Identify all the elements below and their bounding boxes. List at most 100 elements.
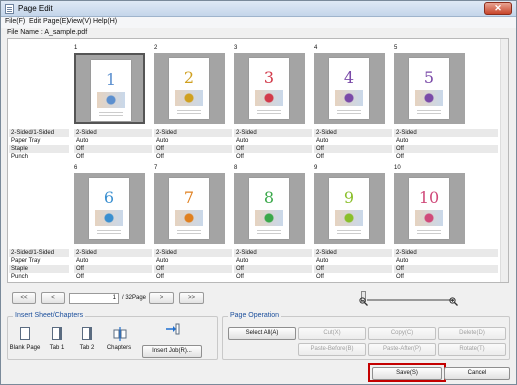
row-label: Staple [9,145,69,153]
page-preview-illustration [175,90,203,106]
page-preview-number: 6 [103,188,115,207]
page-setting-value: Off [156,154,164,160]
page-setting-value: Off [74,265,152,273]
page-setting-value: Auto [396,258,409,264]
page-setting-value: Off [316,154,324,160]
page-thumbnail[interactable]: 8 [234,173,305,244]
page-setting-value: Off [314,145,392,153]
paste-before-button[interactable]: Paste-Before(B) [298,343,366,356]
page-setting-value: 2-Sided [394,249,498,257]
document-icon [5,4,14,14]
chapters-icon [113,327,127,341]
cancel-button[interactable]: Cancel [444,367,510,380]
row-label: Paper Tray [11,258,41,264]
select-all-button[interactable]: Select All(A) [228,327,296,340]
page-grid[interactable]: 2-Sided/1-Sided Paper Tray Staple Punch 1 1 2-… [7,38,509,283]
page-preview-number: 3 [263,68,275,87]
copy-button[interactable]: Copy(C) [368,327,436,340]
page-thumbnail[interactable]: 10 [394,173,465,244]
delete-button[interactable]: Delete(D) [438,327,506,340]
page-setting-value: Off [154,145,232,153]
page-setting-value: Auto [316,258,329,264]
blank-page-icon [19,327,31,341]
row-label: 2-Sided/1-Sided [9,249,69,257]
page-preview-illustration [95,210,123,226]
page-setting-value: 2-Sided [234,249,312,257]
row-label: Staple [9,265,69,273]
page-number: 3 [234,45,238,51]
tab2-icon [81,327,93,341]
insert-job-button[interactable]: Insert Job(R)... [142,345,202,358]
page-thumbnail[interactable]: 6 [74,173,145,244]
chapters-tool[interactable]: Chapters [102,327,136,351]
page-thumbnail[interactable]: 4 [314,53,385,124]
insert-job-icon-wrap [162,323,182,341]
page-thumbnail[interactable]: 7 [154,173,225,244]
page-thumbnail[interactable]: 3 [234,53,305,124]
page-preview-text-line [257,110,281,111]
menu-help[interactable]: Help(H) [93,18,117,25]
page-total: / 32Page [122,295,147,301]
page-preview-text-line [177,113,201,114]
page-thumbnail[interactable]: 1 [74,53,145,124]
paste-after-button[interactable]: Paste-After(P) [368,343,436,356]
page-setting-value: Off [314,265,392,273]
tab1-tool[interactable]: Tab 1 [40,327,74,351]
first-page-button[interactable]: << [12,292,36,304]
zoom-out-icon[interactable] [359,297,368,306]
page-thumbnail[interactable]: 2 [154,53,225,124]
page-preview-text-line [99,112,123,113]
page-number: 4 [314,45,318,51]
menu-view[interactable]: View(V) [67,18,91,25]
page-thumbnail[interactable]: 9 [314,173,385,244]
page-preview-text-line [337,113,361,114]
page-setting-value: Off [316,274,324,280]
row-label: Paper Tray [11,138,41,144]
page-preview-number: 7 [183,188,195,207]
page-preview: 8 [249,178,289,239]
page-preview-text-line [177,233,201,234]
page-preview-text-line [99,115,123,116]
blank-page-tool[interactable]: Blank Page [8,327,42,351]
page-preview-text-line [257,113,281,114]
last-page-button[interactable]: >> [179,292,204,304]
page-setting-value: Off [394,265,498,273]
page-number-input[interactable]: 1 [69,293,119,304]
cut-button[interactable]: Cut(X) [298,327,366,340]
row-label: 2-Sided/1-Sided [9,129,69,137]
title-bar[interactable]: Page Edit ✕ [1,1,516,17]
page-setting-value: Auto [76,138,89,144]
prev-page-button[interactable]: < [41,292,65,304]
page-preview: 9 [329,178,369,239]
page-preview-number: 10 [418,188,440,207]
page-preview-illustration [255,210,283,226]
next-page-button[interactable]: > [149,292,174,304]
menu-file[interactable]: File(F) [5,18,25,25]
page-preview-number: 8 [263,188,275,207]
page-number: 7 [154,165,158,171]
page-thumbnail[interactable]: 5 [394,53,465,124]
page-preview: 3 [249,58,289,119]
window-title: Page Edit [18,4,53,13]
close-button[interactable]: ✕ [484,2,512,15]
vertical-scrollbar[interactable] [500,39,508,282]
page-setting-value: 2-Sided [314,129,392,137]
row-label: Punch [11,274,29,280]
page-edit-window: Page Edit ✕ File(F) Edit Page(E) View(V)… [0,0,517,385]
page-setting-value: Auto [156,258,169,264]
page-preview: 7 [169,178,209,239]
save-button[interactable]: Save(S) [372,367,442,380]
rotate-button[interactable]: Rotate(T) [438,343,506,356]
zoom-slider[interactable] [367,299,454,301]
page-setting-value: Auto [316,138,329,144]
zoom-in-icon[interactable] [449,297,458,306]
menu-bar: File(F) Edit Page(E) View(V) Help(H) [1,17,516,28]
page-operation-title: Page Operation [228,312,282,319]
insert-group-title: Insert Sheet/Chapters [13,312,86,319]
menu-edit-page[interactable]: Edit Page(E) [29,18,69,25]
page-setting-value: Off [234,145,312,153]
page-preview-number: 9 [343,188,355,207]
page-setting-value: Off [76,154,84,160]
tab2-tool[interactable]: Tab 2 [70,327,104,351]
page-setting-value: 2-Sided [394,129,498,137]
